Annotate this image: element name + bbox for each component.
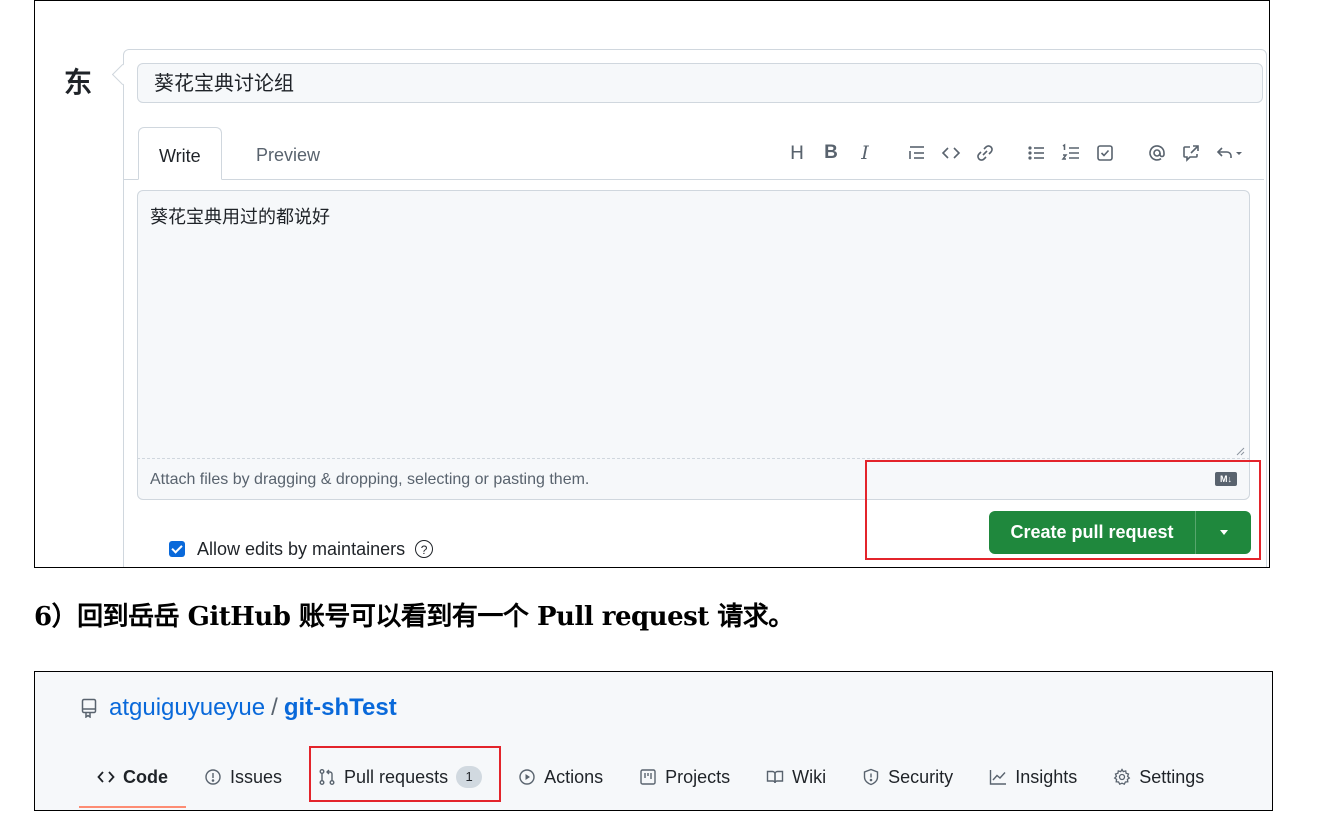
code-icon[interactable] [935,137,967,169]
unordered-list-icon[interactable] [1021,137,1053,169]
nav-insights[interactable]: Insights [971,760,1095,794]
repo-nav: Code Issues Pull requests 1 Actions Proj… [79,760,1222,808]
repo-icon [81,698,97,718]
bold-icon[interactable]: B [815,137,847,169]
pr-title-input[interactable]: 葵花宝典讨论组 [137,63,1263,103]
nav-insights-label: Insights [1015,766,1078,787]
resize-handle-icon[interactable] [1235,446,1245,456]
allow-edits-checkbox[interactable] [169,541,185,557]
nav-wiki-label: Wiki [792,766,827,787]
gear-icon [1113,768,1131,786]
question-icon[interactable]: ? [415,540,434,558]
allow-edits-label: Allow edits by maintainers [197,538,406,559]
markdown-toolbar: H B I [780,135,1250,171]
nav-issues[interactable]: Issues [186,760,300,794]
issue-icon [205,769,221,785]
graph-icon [989,770,1007,785]
reference-icon[interactable] [1175,137,1207,169]
ordered-list-icon[interactable] [1055,137,1087,169]
attach-files-hint: Attach files by dragging & dropping, sel… [150,471,590,488]
nav-projects-label: Projects [665,766,731,787]
user-avatar[interactable]: 东 [64,61,92,101]
nav-projects[interactable]: Projects [621,760,748,794]
nav-code[interactable]: Code [79,760,186,808]
quote-icon[interactable] [901,137,933,169]
repo-separator: / [271,694,278,721]
tab-write[interactable]: Write [138,127,222,180]
nav-settings-label: Settings [1139,766,1205,787]
italic-icon[interactable]: I [849,137,881,169]
pr-body-text: 葵花宝典用过的都说好 [150,207,330,228]
project-icon [640,769,656,785]
task-list-icon[interactable] [1089,137,1121,169]
mention-icon[interactable] [1141,137,1173,169]
heading-icon[interactable]: H [781,137,813,169]
nav-security-label: Security [888,766,954,787]
repo-breadcrumb: atguiguyueyue / git-shTest [81,694,397,722]
step-caption: 6）回到岳岳 GitHub 账号可以看到有一个 Pull request 请求。 [34,602,794,632]
reply-icon[interactable] [1209,137,1249,169]
nav-issues-label: Issues [230,766,283,787]
link-icon[interactable] [969,137,1001,169]
book-icon [766,770,784,784]
nav-actions[interactable]: Actions [500,760,621,794]
nav-actions-label: Actions [544,766,604,787]
repo-owner-link[interactable]: atguiguyueyue [109,694,265,722]
highlight-box-create-button [865,460,1261,560]
allow-edits-option: Allow edits by maintainers ? [169,537,434,561]
tab-preview[interactable]: Preview [236,127,340,179]
pull-request-form-screenshot: 东 葵花宝典讨论组 Write Preview H B I 葵花宝典用过的都说好… [34,0,1270,568]
editor-tab-bar: Write Preview H B I [124,127,1264,180]
play-icon [519,769,535,785]
repo-name-link[interactable]: git-shTest [284,694,397,722]
nav-code-label: Code [123,766,168,787]
repository-header-screenshot: atguiguyueyue / git-shTest Code Issues P… [34,671,1273,811]
nav-settings[interactable]: Settings [1095,760,1222,794]
nav-security[interactable]: Security [844,760,971,794]
highlight-box-pull-requests [309,746,501,802]
nav-wiki[interactable]: Wiki [748,760,844,794]
code-icon [97,771,115,783]
pr-body-textarea[interactable]: 葵花宝典用过的都说好 [137,190,1250,458]
shield-icon [863,768,879,786]
